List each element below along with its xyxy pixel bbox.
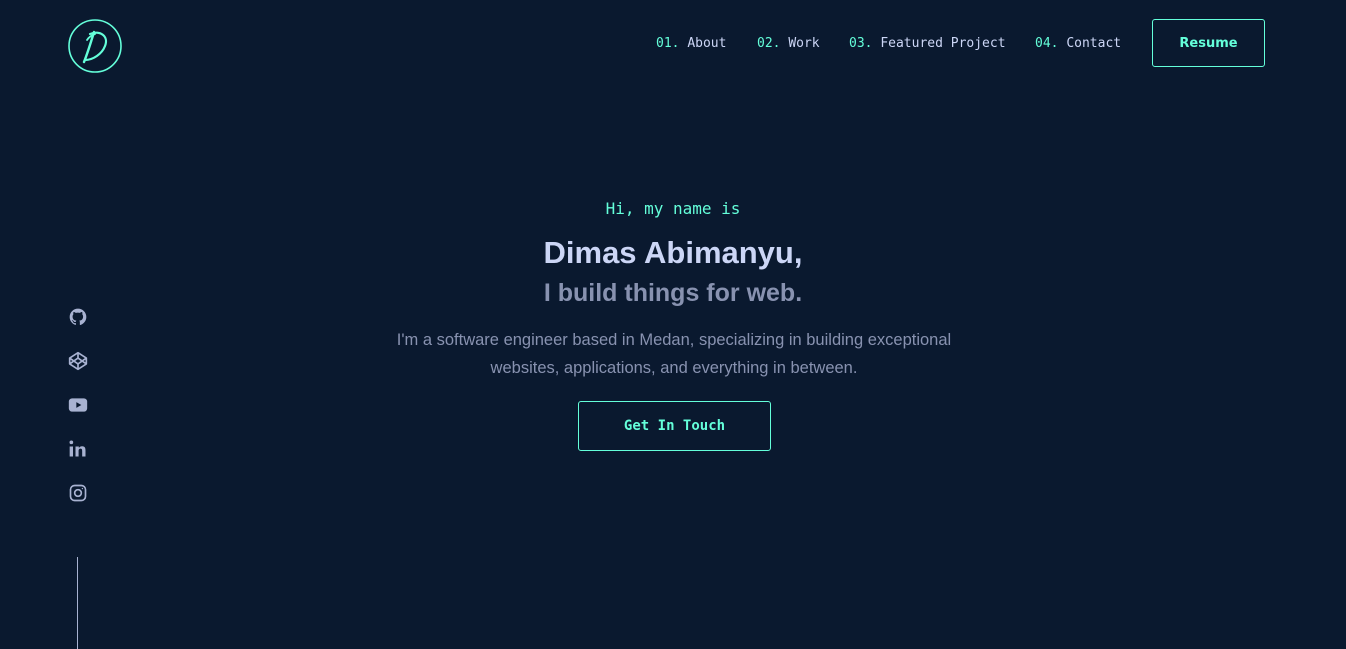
nav-item-work[interactable]: 02. Work xyxy=(757,36,820,52)
nav-number: 01. xyxy=(656,36,680,51)
github-icon[interactable] xyxy=(66,305,90,329)
get-in-touch-button[interactable]: Get In Touch xyxy=(578,401,771,451)
logo-icon[interactable] xyxy=(67,18,123,74)
youtube-icon[interactable] xyxy=(66,393,90,417)
social-divider-line xyxy=(77,557,78,649)
linkedin-icon[interactable] xyxy=(66,437,90,461)
nav-number: 03. xyxy=(849,36,873,51)
nav-label: About xyxy=(687,36,727,51)
instagram-icon[interactable] xyxy=(66,481,90,505)
nav-item-about[interactable]: 01. About xyxy=(656,36,726,52)
nav-number: 02. xyxy=(757,36,781,51)
nav-item-featured-project[interactable]: 03. Featured Project xyxy=(849,36,1006,52)
hero-name: Dimas Abimanyu, xyxy=(543,235,803,270)
hero-tagline: I build things for web. xyxy=(543,279,803,307)
nav-label: Work xyxy=(788,36,820,51)
hero-greeting: Hi, my name is xyxy=(605,199,741,218)
resume-button[interactable]: Resume xyxy=(1152,19,1265,67)
nav-number: 04. xyxy=(1035,36,1059,51)
codepen-icon[interactable] xyxy=(66,349,90,373)
nav-label: Contact xyxy=(1066,36,1122,51)
nav-label: Featured Project xyxy=(880,36,1006,51)
hero-description: I'm a software engineer based in Medan, … xyxy=(396,331,952,377)
nav-item-contact[interactable]: 04. Contact xyxy=(1035,36,1121,52)
